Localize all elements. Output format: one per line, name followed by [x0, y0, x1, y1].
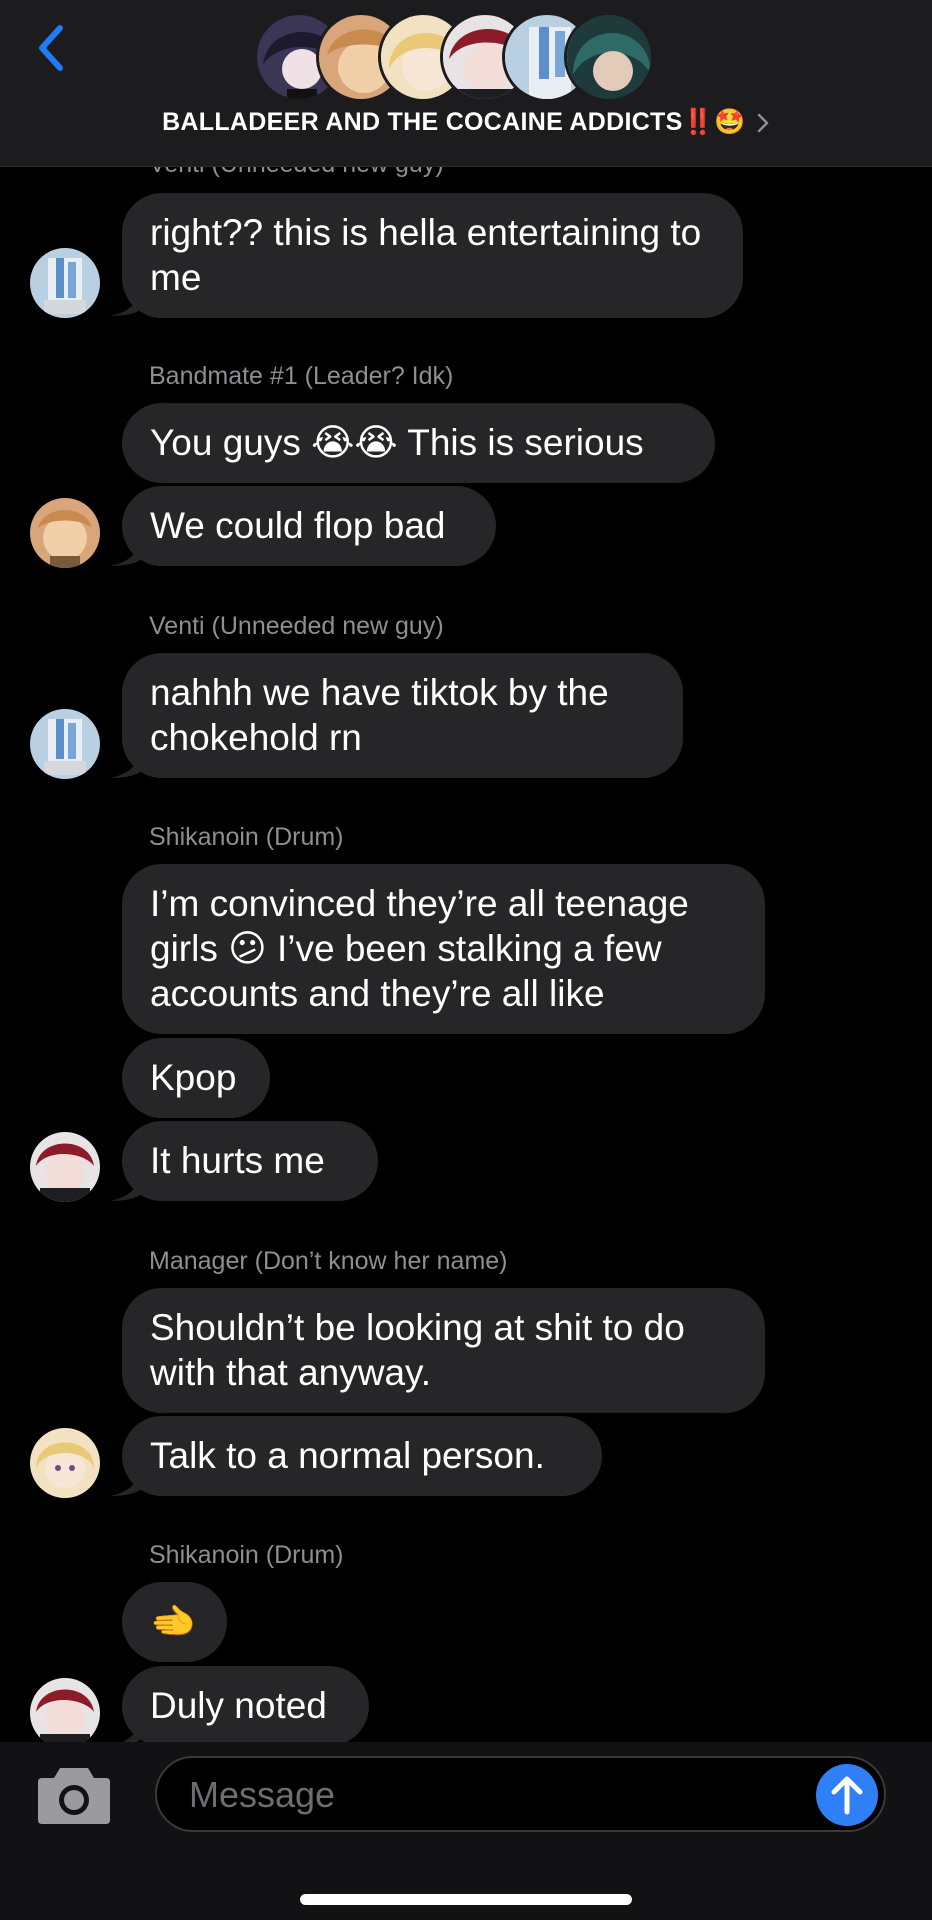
message-field	[155, 1756, 886, 1832]
sender-name: Venti (Unneeded new guy)	[149, 612, 444, 640]
camera-icon	[38, 1768, 110, 1824]
avatar-shikanoin[interactable]	[30, 1678, 100, 1742]
message-text: 🫲	[150, 1601, 197, 1642]
avatar-member-six	[564, 12, 654, 102]
message-text: You guys 😭😭 This is serious	[150, 422, 644, 463]
message-text: It hurts me	[150, 1140, 325, 1181]
message-text: We could flop bad	[150, 505, 446, 546]
message-text: Kpop	[150, 1057, 237, 1098]
group-title-button[interactable]: BALLADEER AND THE COCAINE ADDICTS‼️🤩	[0, 108, 932, 148]
message-bubble[interactable]: Kpop	[122, 1038, 270, 1118]
message-bubble[interactable]: Talk to a normal person.	[122, 1416, 602, 1496]
message-bubble[interactable]: We could flop bad	[122, 486, 496, 566]
group-title: BALLADEER AND THE COCAINE ADDICTS‼️🤩	[162, 108, 746, 136]
send-button[interactable]	[816, 1764, 878, 1826]
message-bubble[interactable]: Shouldn’t be looking at shit to do with …	[122, 1288, 765, 1413]
back-button[interactable]	[30, 20, 80, 80]
message-bubble[interactable]: I’m convinced they’re all teenage girls …	[122, 864, 765, 1034]
avatar-venti[interactable]	[30, 248, 100, 318]
chevron-left-icon	[39, 25, 63, 71]
message-text: Talk to a normal person.	[150, 1435, 545, 1476]
arrow-up-icon	[831, 1776, 863, 1815]
bubble-tail	[110, 1466, 140, 1496]
message-bubble[interactable]: You guys 😭😭 This is serious	[122, 403, 715, 483]
bubble-tail	[110, 286, 140, 316]
message-text: nahhh we have tiktok by the chokehold rn	[150, 672, 609, 758]
avatar-manager[interactable]	[30, 1428, 100, 1498]
sender-name: Bandmate #1 (Leader? Idk)	[149, 362, 454, 390]
message-bubble[interactable]: Duly noted	[122, 1666, 369, 1742]
bubble-tail	[110, 1171, 140, 1201]
message-bubble[interactable]: It hurts me	[122, 1121, 378, 1201]
conversation-header: BALLADEER AND THE COCAINE ADDICTS‼️🤩	[0, 0, 932, 167]
message-text: right?? this is hella entertaining to me	[150, 212, 702, 298]
group-avatars[interactable]	[254, 12, 684, 102]
message-bubble[interactable]: 🫲	[122, 1582, 227, 1662]
message-bubble[interactable]: nahhh we have tiktok by the chokehold rn	[122, 653, 683, 778]
avatar-venti[interactable]	[30, 709, 100, 779]
avatar-bandmate[interactable]	[30, 498, 100, 568]
message-bubble[interactable]: right?? this is hella entertaining to me	[122, 193, 743, 318]
camera-button[interactable]	[36, 1764, 112, 1826]
chevron-right-icon	[757, 113, 769, 132]
message-text: Shouldn’t be looking at shit to do with …	[150, 1307, 685, 1393]
message-thread[interactable]: Venti (Unneeded new guy) right?? this is…	[0, 0, 932, 1742]
bubble-tail	[110, 536, 140, 566]
bubble-tail	[122, 1716, 140, 1742]
message-input[interactable]	[187, 1768, 751, 1822]
message-text: I’m convinced they’re all teenage girls …	[150, 883, 689, 1014]
home-indicator[interactable]	[300, 1894, 632, 1905]
bubble-tail	[110, 748, 140, 778]
sender-name: Shikanoin (Drum)	[149, 1541, 344, 1569]
sender-name: Shikanoin (Drum)	[149, 823, 344, 851]
message-text: Duly noted	[150, 1685, 327, 1726]
sender-name: Manager (Don’t know her name)	[149, 1247, 508, 1275]
avatar-shikanoin[interactable]	[30, 1132, 100, 1202]
